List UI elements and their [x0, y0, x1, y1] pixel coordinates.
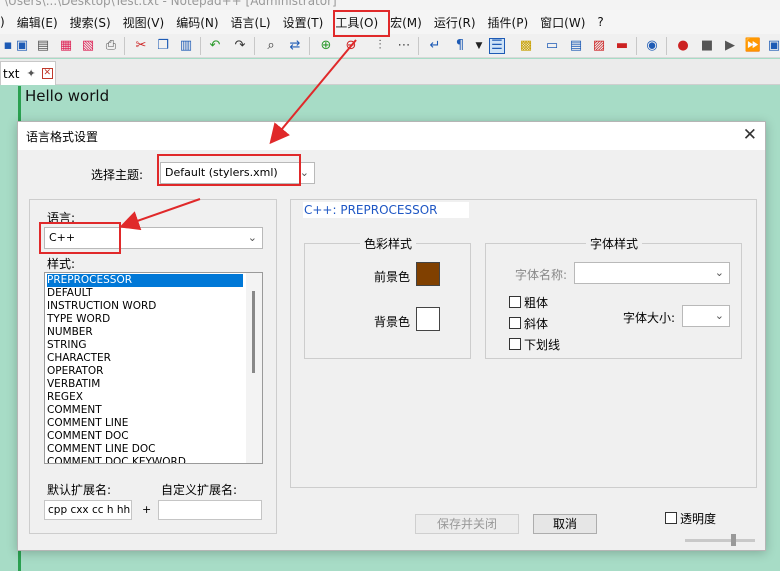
annotation-arrow-1: [269, 39, 357, 145]
annotation-arrow-2: [119, 198, 201, 231]
annotation-arrows: [119, 39, 357, 231]
